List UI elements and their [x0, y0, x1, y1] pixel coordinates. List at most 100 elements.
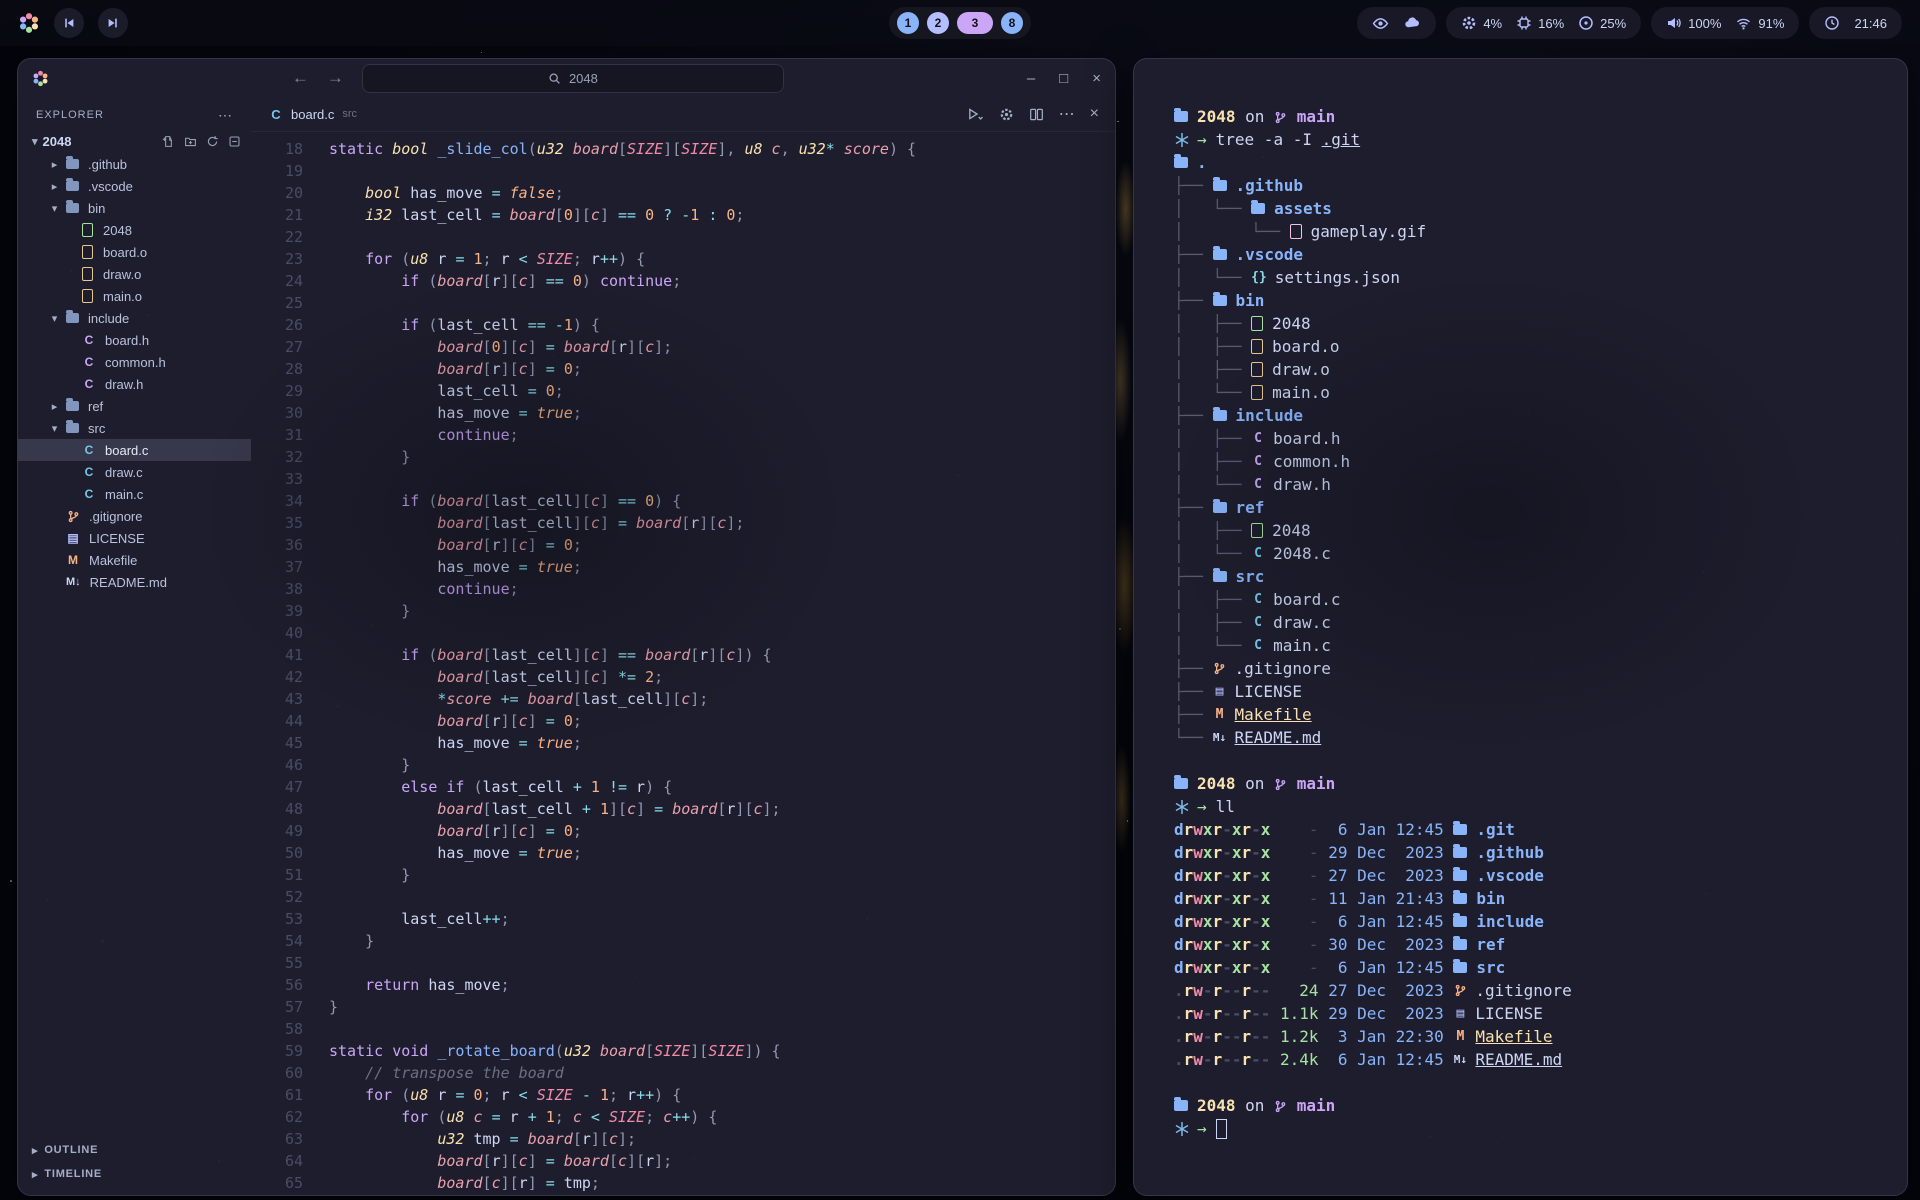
run-file-button[interactable] [967, 107, 984, 122]
explorer-item-.github[interactable]: ▸.github [18, 153, 251, 175]
code-line-32[interactable]: 32 } [251, 446, 1115, 468]
code-line-27[interactable]: 27 board[0][c] = board[r][c]; [251, 336, 1115, 358]
code-line-30[interactable]: 30 has_move = true; [251, 402, 1115, 424]
code-line-19[interactable]: 19 [251, 160, 1115, 182]
code-line-18[interactable]: 18static bool _slide_col(u32 board[SIZE]… [251, 138, 1115, 160]
volume-stat[interactable]: 100% [1666, 15, 1721, 31]
explorer-item-draw.h[interactable]: Cdraw.h [18, 373, 251, 395]
code-line-40[interactable]: 40 [251, 622, 1115, 644]
close-button[interactable]: × [1092, 70, 1101, 87]
explorer-item-bin[interactable]: ▾bin [18, 197, 251, 219]
close-tab-icon[interactable]: × [1090, 105, 1099, 123]
code-line-36[interactable]: 36 board[r][c] = 0; [251, 534, 1115, 556]
collapse-all-icon[interactable] [228, 135, 241, 148]
code-editor[interactable]: 18static bool _slide_col(u32 board[SIZE]… [251, 132, 1115, 1194]
code-line-59[interactable]: 59static void _rotate_board(u32 board[SI… [251, 1040, 1115, 1062]
code-line-52[interactable]: 52 [251, 886, 1115, 908]
code-line-21[interactable]: 21 i32 last_cell = board[0][c] == 0 ? -1… [251, 204, 1115, 226]
explorer-item-.vscode[interactable]: ▸.vscode [18, 175, 251, 197]
code-line-34[interactable]: 34 if (board[last_cell][c] == 0) { [251, 490, 1115, 512]
tab-board-c[interactable]: C board.c src [251, 97, 375, 131]
new-folder-icon[interactable] [184, 135, 197, 148]
explorer-item-LICENSE[interactable]: ▤LICENSE [18, 527, 251, 549]
media-previous-button[interactable] [54, 8, 84, 38]
explorer-item-draw.o[interactable]: draw.o [18, 263, 251, 285]
code-line-37[interactable]: 37 has_move = true; [251, 556, 1115, 578]
wifi-stat[interactable]: 91% [1735, 16, 1784, 31]
explorer-item-main.o[interactable]: main.o [18, 285, 251, 307]
sidebar-section-timeline[interactable]: ▸TIMELINE [18, 1162, 251, 1186]
code-line-23[interactable]: 23 for (u8 r = 1; r < SIZE; r++) { [251, 248, 1115, 270]
maximize-button[interactable]: □ [1059, 70, 1068, 87]
code-line-29[interactable]: 29 last_cell = 0; [251, 380, 1115, 402]
explorer-more-actions-icon[interactable]: ⋯ [218, 107, 233, 124]
code-line-60[interactable]: 60 // transpose the board [251, 1062, 1115, 1084]
code-line-64[interactable]: 64 board[r][c] = board[c][r]; [251, 1150, 1115, 1172]
command-center-search[interactable]: 2048 [362, 64, 784, 93]
explorer-item-main.c[interactable]: Cmain.c [18, 483, 251, 505]
code-line-41[interactable]: 41 if (board[last_cell][c] == board[r][c… [251, 644, 1115, 666]
explorer-root-folder[interactable]: ▾ 2048 [18, 129, 251, 153]
code-line-58[interactable]: 58 [251, 1018, 1115, 1040]
code-line-25[interactable]: 25 [251, 292, 1115, 314]
code-line-62[interactable]: 62 for (u8 c = r + 1; c < SIZE; c++) { [251, 1106, 1115, 1128]
forward-arrow-button[interactable]: → [327, 68, 344, 88]
code-line-56[interactable]: 56 return has_move; [251, 974, 1115, 996]
new-file-icon[interactable] [162, 135, 175, 148]
code-line-45[interactable]: 45 has_move = true; [251, 732, 1115, 754]
code-line-31[interactable]: 31 continue; [251, 424, 1115, 446]
sidebar-section-outline[interactable]: ▸OUTLINE [18, 1138, 251, 1162]
split-editor-icon[interactable] [1029, 107, 1044, 122]
explorer-item-Makefile[interactable]: MMakefile [18, 549, 251, 571]
workspace-button-8[interactable]: 8 [1001, 12, 1023, 34]
code-line-51[interactable]: 51 } [251, 864, 1115, 886]
editor-more-actions-icon[interactable]: ⋯ [1059, 104, 1075, 124]
distro-logo-icon[interactable] [18, 12, 40, 34]
explorer-item-board.h[interactable]: Cboard.h [18, 329, 251, 351]
code-line-57[interactable]: 57} [251, 996, 1115, 1018]
explorer-item-.gitignore[interactable]: .gitignore [18, 505, 251, 527]
media-next-button[interactable] [98, 8, 128, 38]
explorer-item-board.o[interactable]: board.o [18, 241, 251, 263]
code-line-20[interactable]: 20 bool has_move = false; [251, 182, 1115, 204]
code-line-47[interactable]: 47 else if (last_cell + 1 != r) { [251, 776, 1115, 798]
refresh-icon[interactable] [206, 135, 219, 148]
workspace-button-2[interactable]: 2 [927, 12, 949, 34]
code-line-44[interactable]: 44 board[r][c] = 0; [251, 710, 1115, 732]
terminal-window[interactable]: 2048 on main→tree -a -I .git.├── .github… [1133, 58, 1908, 1196]
code-line-65[interactable]: 65 board[c][r] = tmp; [251, 1172, 1115, 1194]
code-line-50[interactable]: 50 has_move = true; [251, 842, 1115, 864]
explorer-item-2048[interactable]: 2048 [18, 219, 251, 241]
explorer-item-ref[interactable]: ▸ref [18, 395, 251, 417]
code-line-42[interactable]: 42 board[last_cell][c] *= 2; [251, 666, 1115, 688]
workspace-button-1[interactable]: 1 [897, 12, 919, 34]
back-arrow-button[interactable]: ← [292, 68, 309, 88]
code-line-61[interactable]: 61 for (u8 r = 0; r < SIZE - 1; r++) { [251, 1084, 1115, 1106]
code-line-26[interactable]: 26 if (last_cell == -1) { [251, 314, 1115, 336]
code-line-55[interactable]: 55 [251, 952, 1115, 974]
explorer-item-src[interactable]: ▾src [18, 417, 251, 439]
explorer-item-README.md[interactable]: M↓README.md [18, 571, 251, 593]
code-line-24[interactable]: 24 if (board[r][c] == 0) continue; [251, 270, 1115, 292]
vscode-logo-icon[interactable] [32, 70, 49, 87]
code-line-48[interactable]: 48 board[last_cell + 1][c] = board[r][c]… [251, 798, 1115, 820]
code-line-53[interactable]: 53 last_cell++; [251, 908, 1115, 930]
explorer-item-board.c[interactable]: Cboard.c [18, 439, 251, 461]
code-line-63[interactable]: 63 u32 tmp = board[r][c]; [251, 1128, 1115, 1150]
code-line-38[interactable]: 38 continue; [251, 578, 1115, 600]
minimize-button[interactable]: – [1027, 70, 1035, 87]
settings-gear-icon[interactable] [999, 107, 1014, 122]
explorer-item-draw.c[interactable]: Cdraw.c [18, 461, 251, 483]
code-line-46[interactable]: 46 } [251, 754, 1115, 776]
code-line-49[interactable]: 49 board[r][c] = 0; [251, 820, 1115, 842]
code-line-39[interactable]: 39 } [251, 600, 1115, 622]
code-line-28[interactable]: 28 board[r][c] = 0; [251, 358, 1115, 380]
explorer-item-include[interactable]: ▾include [18, 307, 251, 329]
workspace-button-3[interactable]: 3 [957, 12, 993, 34]
code-line-22[interactable]: 22 [251, 226, 1115, 248]
code-line-33[interactable]: 33 [251, 468, 1115, 490]
code-line-54[interactable]: 54 } [251, 930, 1115, 952]
code-line-43[interactable]: 43 *score += board[last_cell][c]; [251, 688, 1115, 710]
explorer-item-common.h[interactable]: Ccommon.h [18, 351, 251, 373]
terminal-cursor[interactable] [1216, 1119, 1227, 1139]
